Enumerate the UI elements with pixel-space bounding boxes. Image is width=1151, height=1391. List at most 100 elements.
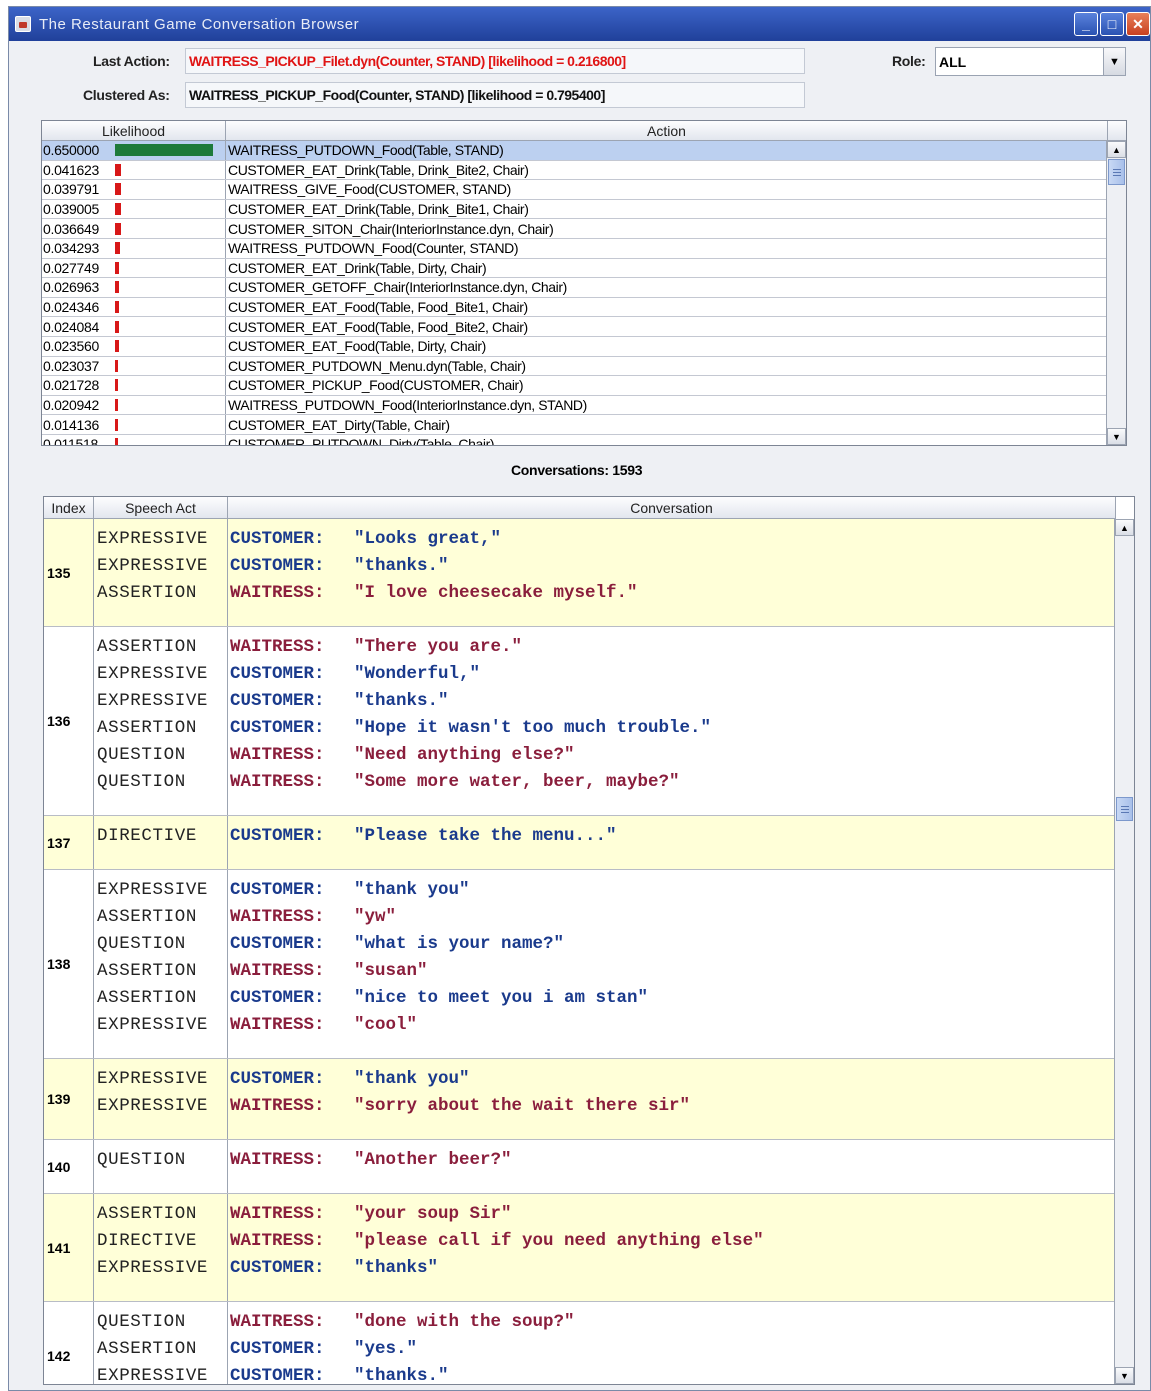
close-button[interactable]: ✕ (1126, 12, 1150, 36)
actions-scrollbar[interactable]: ▲ ▼ (1106, 141, 1126, 445)
speech-act-label: EXPRESSIVE (97, 1095, 209, 1116)
conversation-table: Index Speech Act Conversation 135 EXPRESS… (43, 496, 1135, 1385)
action-row[interactable]: 0.036649 CUSTOMER_SITON_Chair(InteriorIns… (42, 219, 1108, 239)
action-row[interactable]: 0.024346 CUSTOMER_EAT_Food(Table, Food_Bi… (42, 297, 1108, 318)
conversation-row[interactable]: 139 EXPRESSIVE EXPRESSIVE CUSTOMER: "thank y… (44, 1059, 1116, 1140)
action-row[interactable]: 0.011518 CUSTOMER_PUTDOWN_Dirty(Table, Ch… (42, 434, 1108, 446)
speech-act-label: QUESTION (97, 1149, 186, 1170)
utterance-line: WAITRESS: "susan" (228, 957, 1116, 984)
utterance-text: "thanks" (354, 1257, 439, 1278)
scroll-down-icon[interactable]: ▼ (1115, 1367, 1134, 1384)
column-header-index[interactable]: Index (44, 497, 94, 518)
utterance-line: WAITRESS: "done with the soup?" (228, 1308, 1116, 1335)
conversation-scrollbar[interactable]: ▲ ▼ (1114, 519, 1134, 1384)
conversation-index: 137 (44, 816, 94, 869)
action-row[interactable]: 0.034293 WAITRESS_PUTDOWN_Food(Counter, S… (42, 238, 1108, 259)
utterance-line: CUSTOMER: "Hope it wasn't too much troubl… (228, 714, 1116, 741)
likelihood-cell: 0.020942 (42, 395, 226, 415)
speech-act-label: EXPRESSIVE (97, 1257, 209, 1278)
likelihood-bar (115, 399, 118, 412)
scroll-down-icon[interactable]: ▼ (1107, 428, 1126, 445)
likelihood-bar (115, 340, 119, 353)
speaker-label: CUSTOMER: (230, 555, 325, 576)
likelihood-cell: 0.039005 (42, 199, 226, 219)
conversation-row[interactable]: 140 QUESTION WAITRESS: "Another beer?" (44, 1140, 1116, 1194)
column-header-speech-act[interactable]: Speech Act (94, 497, 228, 518)
role-label: Role: (892, 53, 926, 69)
scrollbar-thumb[interactable] (1108, 159, 1125, 185)
clustered-as-field[interactable]: WAITRESS_PICKUP_Food(Counter, STAND) [li… (185, 82, 805, 108)
action-row[interactable]: 0.024084 CUSTOMER_EAT_Food(Table, Food_Bi… (42, 317, 1108, 337)
likelihood-cell: 0.650000 (42, 141, 226, 160)
conversation-row[interactable]: 136 ASSERTION EXPRESSIVE EXPRESSIVE ASSERTIO… (44, 627, 1116, 816)
speech-act-label: DIRECTIVE (97, 825, 197, 846)
actions-table-header: Likelihood Action (42, 121, 1126, 141)
utterance-text: "Please take the menu..." (354, 825, 617, 846)
column-header-action[interactable]: Action (226, 121, 1108, 140)
action-row[interactable]: 0.027749 CUSTOMER_EAT_Drink(Table, Dirty,… (42, 258, 1108, 279)
likelihood-value: 0.024084 (43, 318, 99, 335)
column-header-conversation[interactable]: Conversation (228, 497, 1116, 518)
conversation-index: 140 (44, 1140, 94, 1193)
conversation-index: 141 (44, 1194, 94, 1301)
likelihood-bar (115, 379, 118, 392)
last-action-label: Last Action: (93, 53, 170, 69)
speech-act-label: QUESTION (97, 744, 186, 765)
conversation-row[interactable]: 141 ASSERTION DIRECTIVE EXPRESSIVE WAITRESS:… (44, 1194, 1116, 1302)
action-row[interactable]: 0.021728 CUSTOMER_PICKUP_Food(CUSTOMER, C… (42, 376, 1108, 396)
likelihood-bar (115, 438, 118, 445)
conversation-row[interactable]: 142 QUESTION ASSERTION EXPRESSIVE WAITRESS: "… (44, 1302, 1116, 1384)
likelihood-value: 0.039005 (43, 201, 99, 218)
likelihood-value: 0.011518 (43, 436, 98, 446)
conversation-row[interactable]: 138 EXPRESSIVE ASSERTION QUESTION ASSERTION A… (44, 870, 1116, 1059)
scroll-up-icon[interactable]: ▲ (1115, 519, 1134, 536)
action-row[interactable]: 0.041623 CUSTOMER_EAT_Drink(Table, Drink_… (42, 160, 1108, 181)
action-row[interactable]: 0.039005 CUSTOMER_EAT_Drink(Table, Drink_… (42, 199, 1108, 220)
utterance-text: "Need anything else?" (354, 744, 575, 765)
chevron-down-icon[interactable]: ▼ (1103, 48, 1125, 75)
speech-act-label: EXPRESSIVE (97, 1068, 209, 1089)
speech-act-label: ASSERTION (97, 906, 197, 927)
utterance-line: WAITRESS: "Another beer?" (228, 1146, 1116, 1173)
likelihood-cell: 0.024346 (42, 297, 226, 317)
speaker-label: WAITRESS: (230, 582, 325, 603)
conversation-table-header: Index Speech Act Conversation (44, 497, 1116, 519)
likelihood-cell: 0.027749 (42, 258, 226, 278)
utterance-line: WAITRESS: "your soup Sir" (228, 1200, 1116, 1227)
conversation-cell: CUSTOMER: "thank you" WAITRESS: "sorry abou… (228, 1059, 1116, 1139)
minimize-button[interactable]: _ (1074, 12, 1098, 36)
column-header-likelihood[interactable]: Likelihood (42, 121, 226, 140)
action-row[interactable]: 0.023037 CUSTOMER_PUTDOWN_Menu.dyn(Table,… (42, 356, 1108, 377)
likelihood-cell: 0.039791 (42, 180, 226, 199)
speech-act-label: ASSERTION (97, 987, 197, 1008)
last-action-field[interactable]: WAITRESS_PICKUP_Filet.dyn(Counter, STAND… (185, 48, 805, 74)
utterance-line: WAITRESS: "There you are." (228, 633, 1116, 660)
action-cell: CUSTOMER_EAT_Drink(Table, Drink_Bite2, C… (228, 161, 529, 178)
utterance-line: WAITRESS: "sorry about the wait there sir… (228, 1092, 1116, 1119)
conversation-row[interactable]: 137 DIRECTIVE CUSTOMER: "Please take the me… (44, 816, 1116, 870)
action-row[interactable]: 0.039791 WAITRESS_GIVE_Food(CUSTOMER, STA… (42, 180, 1108, 200)
scrollbar-thumb[interactable] (1116, 797, 1133, 821)
utterance-text: "done with the soup?" (354, 1311, 575, 1332)
likelihood-bar (115, 242, 120, 255)
utterance-line: CUSTOMER: "Wonderful," (228, 660, 1116, 687)
likelihood-cell: 0.023560 (42, 336, 226, 356)
speaker-label: CUSTOMER: (230, 1257, 325, 1278)
actions-table: Likelihood Action 0.650000 WAITRESS_PUTDO… (41, 120, 1127, 446)
speaker-label: CUSTOMER: (230, 933, 325, 954)
role-select[interactable]: ALL ▼ (935, 47, 1126, 76)
action-row[interactable]: 0.650000 WAITRESS_PUTDOWN_Food(Table, STA… (42, 141, 1108, 161)
likelihood-bar (115, 301, 119, 314)
action-row[interactable]: 0.026963 CUSTOMER_GETOFF_Chair(InteriorIn… (42, 278, 1108, 298)
conversation-index: 139 (44, 1059, 94, 1139)
conversation-index: 138 (44, 870, 94, 1058)
utterance-text: "what is your name?" (354, 933, 565, 954)
speaker-label: WAITRESS: (230, 771, 325, 792)
conversation-row[interactable]: 135 EXPRESSIVE EXPRESSIVE ASSERTION CUSTOMER… (44, 519, 1116, 627)
maximize-button[interactable]: □ (1100, 12, 1124, 36)
action-row[interactable]: 0.014136 CUSTOMER_EAT_Dirty(Table, Chair) (42, 415, 1108, 435)
speaker-label: WAITRESS: (230, 1203, 325, 1224)
action-row[interactable]: 0.023560 CUSTOMER_EAT_Food(Table, Dirty, … (42, 336, 1108, 357)
scroll-up-icon[interactable]: ▲ (1107, 141, 1126, 158)
action-row[interactable]: 0.020942 WAITRESS_PUTDOWN_Food(InteriorIn… (42, 395, 1108, 416)
